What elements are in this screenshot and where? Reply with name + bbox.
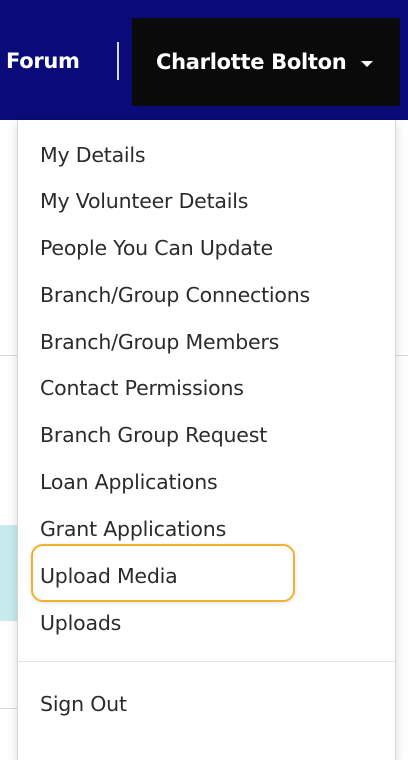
- menu-item-branch-group-connections[interactable]: Branch/Group Connections: [40, 285, 310, 306]
- menu-item-upload-media[interactable]: Upload Media: [40, 566, 178, 587]
- chevron-down-icon: [361, 61, 373, 67]
- menu-item-branch-group-request[interactable]: Branch Group Request: [40, 425, 267, 446]
- menu-item-people-you-can-update[interactable]: People You Can Update: [40, 238, 273, 259]
- nav-link-forum[interactable]: Forum: [6, 49, 80, 73]
- nav-divider: [117, 42, 119, 80]
- menu-item-my-volunteer-details[interactable]: My Volunteer Details: [40, 191, 248, 212]
- menu-item-loan-applications[interactable]: Loan Applications: [40, 472, 218, 493]
- menu-item-grant-applications[interactable]: Grant Applications: [40, 519, 226, 540]
- user-menu-toggle[interactable]: Charlotte Bolton: [132, 18, 400, 106]
- background-divider: [0, 708, 17, 709]
- user-name-label: Charlotte Bolton: [156, 50, 347, 74]
- menu-divider: [18, 661, 395, 662]
- menu-item-uploads[interactable]: Uploads: [40, 613, 121, 634]
- menu-item-branch-group-members[interactable]: Branch/Group Members: [40, 332, 279, 353]
- menu-item-sign-out[interactable]: Sign Out: [40, 694, 127, 715]
- background-panel: [0, 525, 17, 621]
- menu-item-contact-permissions[interactable]: Contact Permissions: [40, 378, 244, 399]
- menu-item-my-details[interactable]: My Details: [40, 145, 146, 166]
- background-divider: [396, 355, 408, 356]
- top-navbar: Forum Charlotte Bolton: [0, 0, 408, 120]
- background-divider: [0, 355, 17, 356]
